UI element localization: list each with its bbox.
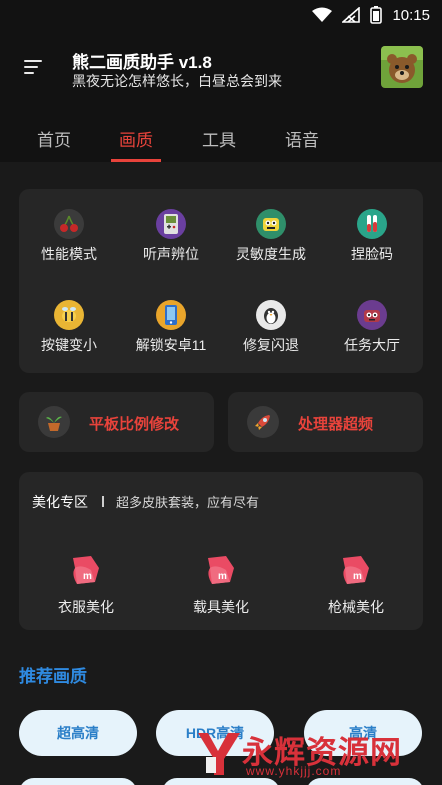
- svg-text:m: m: [353, 571, 362, 582]
- tab-bar: 首页 画质 工具 语音: [0, 112, 442, 162]
- beauty-divider: [102, 496, 104, 507]
- tools-card: 性能模式 听声辨位 灵敏度生成 捏脸码 按键变小 解锁安卓11 修复闪退 任务大…: [19, 189, 423, 373]
- battery-icon: [370, 6, 383, 24]
- app-subtitle: 黑夜无论怎样悠长，白昼总会到来: [72, 73, 282, 89]
- status-bar: 10:15: [0, 0, 442, 30]
- watermark: 永辉资源网 www.yhkjjj.com: [190, 725, 430, 781]
- app-title: 熊二画质助手 v1.8: [72, 53, 212, 72]
- m-tag-icon: m: [73, 556, 99, 584]
- tool-fix-crash[interactable]: 修复闪退: [221, 300, 321, 355]
- plant-icon: [38, 406, 70, 438]
- beauty-clothes[interactable]: m 衣服美化: [31, 554, 141, 617]
- app-bar: 熊二画质助手 v1.8 黑夜无论怎样悠长，白昼总会到来: [0, 30, 442, 106]
- tool-label: 听声辨位: [143, 246, 199, 262]
- beauty-item-label: 载具美化: [193, 599, 249, 615]
- tool-keys-smaller[interactable]: 按键变小: [19, 300, 119, 355]
- beauty-vehicle[interactable]: m 载具美化: [166, 554, 276, 617]
- tablet-ratio-button[interactable]: 平板比例修改: [19, 392, 214, 452]
- tool-label: 解锁安卓11: [135, 337, 207, 353]
- tab-home[interactable]: 首页: [37, 126, 71, 151]
- tool-label: 灵敏度生成: [236, 246, 306, 262]
- beauty-item-label: 枪械美化: [328, 599, 384, 615]
- penguin-icon: [256, 300, 286, 330]
- tab-voice[interactable]: 语音: [285, 126, 319, 151]
- menu-icon[interactable]: [24, 58, 46, 76]
- m-tag-icon: m: [208, 556, 234, 584]
- tool-label: 修复闪退: [243, 337, 299, 353]
- watermark-url: www.yhkjjj.com: [246, 764, 342, 778]
- bee-icon: [54, 300, 84, 330]
- gameboy-icon: [156, 209, 186, 239]
- wifi-icon: [312, 7, 333, 22]
- cpu-overclock-button[interactable]: 处理器超频: [228, 392, 423, 452]
- tool-face-code[interactable]: 捏脸码: [322, 209, 422, 264]
- beauty-item-label: 衣服美化: [58, 599, 114, 615]
- beauty-card: 美化专区 超多皮肤套装，应有尽有 m 衣服美化 m 载具美化 m 枪械美化: [19, 472, 423, 630]
- tool-label: 按键变小: [41, 337, 97, 353]
- beauty-subtitle: 超多皮肤套装，应有尽有: [116, 495, 260, 510]
- tool-performance-mode[interactable]: 性能模式: [19, 209, 119, 264]
- quality-option-uhd[interactable]: 超高清: [19, 710, 137, 756]
- beauty-weapon[interactable]: m 枪械美化: [301, 554, 411, 617]
- cherry-icon: [54, 209, 84, 239]
- m-tag-icon: m: [343, 556, 369, 584]
- rocket-icon: [247, 406, 279, 438]
- tool-sensitivity-generate[interactable]: 灵敏度生成: [221, 209, 321, 264]
- quality-option-row2[interactable]: [19, 778, 137, 785]
- tool-sound-position[interactable]: 听声辨位: [121, 209, 221, 264]
- cpu-overclock-label: 处理器超频: [298, 416, 374, 433]
- purple-monster-icon: [357, 300, 387, 330]
- tool-label: 任务大厅: [344, 337, 400, 353]
- recommend-title: 推荐画质: [19, 667, 87, 686]
- tablet-ratio-label: 平板比例修改: [89, 416, 180, 433]
- status-icons: 10:15: [312, 5, 430, 25]
- svg-text:m: m: [218, 571, 227, 582]
- tab-quality[interactable]: 画质: [119, 126, 153, 151]
- svg-text:m: m: [83, 571, 92, 582]
- tool-task-hall[interactable]: 任务大厅: [322, 300, 422, 355]
- watermark-logo-icon: [198, 733, 240, 775]
- no-signal-icon: [342, 7, 361, 23]
- beauty-title: 美化专区: [32, 494, 88, 510]
- tool-label: 性能模式: [41, 246, 97, 262]
- phone-icon: [156, 300, 186, 330]
- test-tube-icon: [357, 209, 387, 239]
- avatar[interactable]: [381, 46, 423, 88]
- tool-label: 捏脸码: [351, 246, 393, 262]
- tool-unlock-android11[interactable]: 解锁安卓11: [121, 300, 221, 355]
- monster-icon: [256, 209, 286, 239]
- tab-tools[interactable]: 工具: [202, 126, 236, 151]
- status-time: 10:15: [392, 6, 430, 24]
